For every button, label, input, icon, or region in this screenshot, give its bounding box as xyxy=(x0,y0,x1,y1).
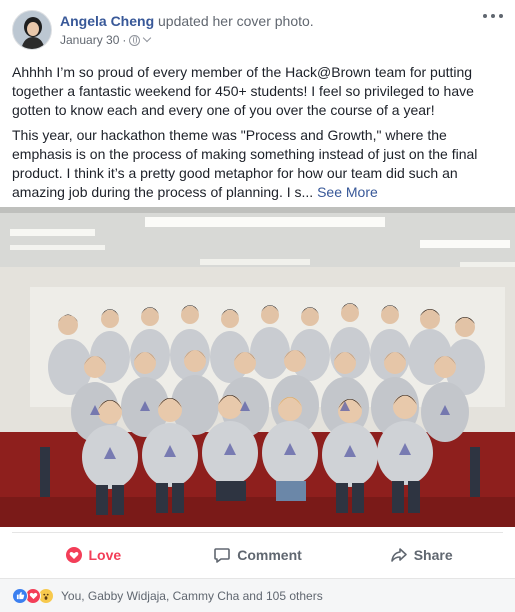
post-header: Angela Cheng updated her cover photo. Ja… xyxy=(12,10,503,52)
cover-photo[interactable] xyxy=(0,207,515,527)
author-avatar[interactable] xyxy=(12,10,52,50)
more-dot xyxy=(499,14,503,18)
facebook-post: Angela Cheng updated her cover photo. Ja… xyxy=(0,0,515,612)
like-reaction-icon xyxy=(12,587,28,604)
globe-icon[interactable] xyxy=(129,34,141,46)
comment-icon xyxy=(214,547,231,563)
more-options-icon[interactable] xyxy=(483,10,503,22)
post-paragraph-1: Ahhhh I’m so proud of every member of th… xyxy=(12,64,474,118)
more-dot xyxy=(491,14,495,18)
see-more-link[interactable]: See More xyxy=(317,184,378,200)
meta-separator: · xyxy=(122,33,127,47)
post-heading: Angela Cheng updated her cover photo. xyxy=(60,12,480,30)
reactions-summary-text[interactable]: You, Gabby Widjaja, Cammy Cha and 105 ot… xyxy=(61,589,323,603)
group-photo-image xyxy=(0,207,515,527)
heart-icon xyxy=(66,546,83,563)
share-button[interactable]: Share xyxy=(339,533,503,576)
more-dot xyxy=(483,14,487,18)
love-button[interactable]: Love xyxy=(12,533,176,576)
share-label: Share xyxy=(413,546,453,563)
reaction-icons xyxy=(12,587,54,604)
comment-button[interactable]: Comment xyxy=(176,533,340,576)
post-paragraph-2-text: This year, our hackathon theme was "Proc… xyxy=(12,127,478,200)
comment-label: Comment xyxy=(237,546,302,563)
share-icon xyxy=(390,547,407,562)
post-action-bar: Love Comment Share xyxy=(12,532,503,576)
post-meta: January 30 · xyxy=(60,32,152,48)
reactions-summary[interactable]: You, Gabby Widjaja, Cammy Cha and 105 ot… xyxy=(0,578,515,612)
chevron-down-icon[interactable] xyxy=(143,33,152,43)
post-paragraph-2: This year, our hackathon theme was "Proc… xyxy=(12,126,504,202)
love-label: Love xyxy=(88,546,122,563)
author-name[interactable]: Angela Cheng xyxy=(60,13,154,29)
post-body: Ahhhh I’m so proud of every member of th… xyxy=(12,63,504,208)
post-date[interactable]: January 30 xyxy=(60,32,119,48)
post-action-text: updated her cover photo. xyxy=(154,13,314,29)
